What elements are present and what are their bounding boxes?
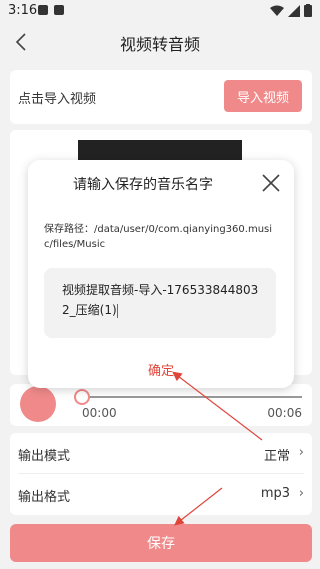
play-button[interactable] [20, 386, 56, 422]
status-icons [270, 4, 312, 17]
output-format-value: mp3 [260, 486, 290, 501]
notification-icon [38, 5, 48, 15]
current-time: 00:00 [82, 406, 117, 420]
save-name-dialog: 请输入保存的音乐名字 保存路径：/data/user/0/com.qianyin… [28, 160, 294, 388]
dialog-title: 请输入保存的音乐名字 [73, 177, 213, 193]
music-name-input[interactable]: 视频提取音频-导入-1765338448032_压缩(1) [44, 268, 276, 338]
output-mode-row[interactable]: 输出模式 正常 › [10, 433, 312, 474]
output-mode-value: 正常 [263, 449, 290, 464]
progress-slider-handle[interactable] [74, 389, 90, 405]
output-format-label: 输出格式 [18, 490, 71, 505]
save-button[interactable]: 保存 [10, 524, 312, 562]
progress-track[interactable] [80, 396, 302, 398]
gallery-icon [54, 5, 64, 15]
output-settings: 输出模式 正常 › 输出格式 mp3 › [10, 433, 312, 515]
output-format-row[interactable]: 输出格式 mp3 › [10, 474, 312, 514]
import-card: 点击导入视频 导入视频 [10, 70, 312, 124]
music-name-value: 视频提取音频-导入-1765338448032_压缩(1) [62, 283, 259, 317]
save-path-text: 保存路径：/data/user/0/com.qianying360.music/… [44, 224, 273, 250]
status-time: 3:16 [8, 3, 38, 18]
battery-icon [304, 4, 312, 17]
signal-icon [288, 4, 300, 17]
audio-player: 00:00 00:06 [10, 384, 312, 426]
nav-bar: 视频转音频 [0, 22, 320, 62]
text-caret [116, 303, 118, 318]
output-mode-label: 输出模式 [18, 449, 71, 464]
status-bar: 3:16 [0, 0, 320, 22]
wifi-icon [270, 5, 284, 16]
page-title: 视频转音频 [119, 35, 200, 54]
close-icon[interactable] [260, 172, 282, 194]
confirm-button[interactable]: 确定 [28, 360, 294, 379]
import-label: 点击导入视频 [18, 92, 97, 107]
chevron-right-icon: › [298, 445, 304, 460]
chevron-right-icon: › [298, 486, 304, 501]
total-time: 00:06 [267, 406, 302, 420]
import-video-button[interactable]: 导入视频 [224, 80, 302, 112]
